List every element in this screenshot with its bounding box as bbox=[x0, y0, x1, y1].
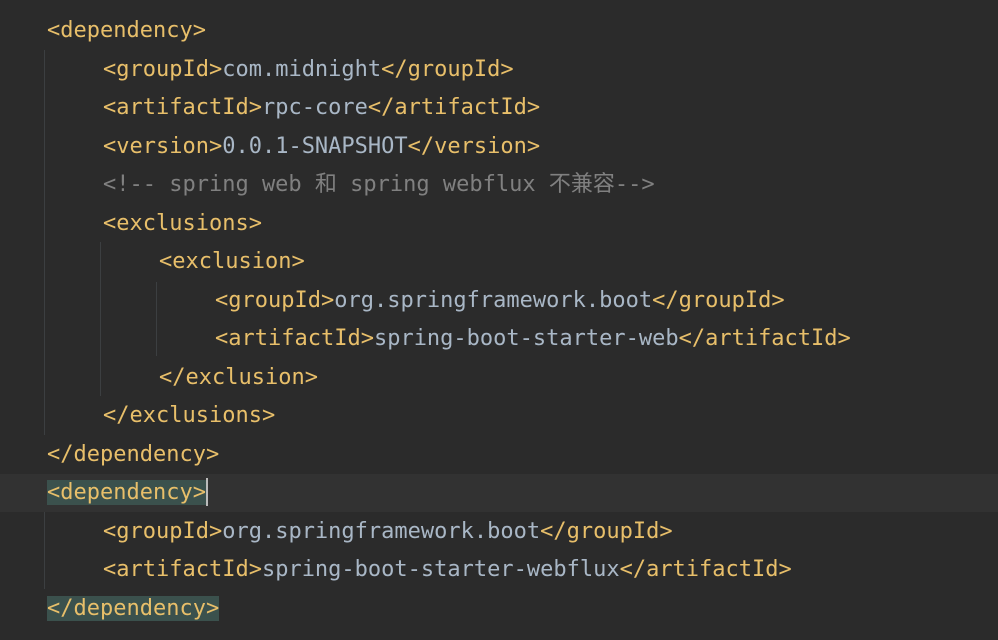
code-line[interactable]: <artifactId>spring-boot-starter-webflux<… bbox=[0, 551, 998, 589]
code-content: <groupId>org.springframework.boot</group… bbox=[103, 513, 673, 551]
xml-text-value: org.springframework.boot bbox=[222, 518, 541, 544]
xml-open-tag: <dependency> bbox=[47, 18, 206, 43]
xml-close-tag: </groupId> bbox=[652, 287, 785, 313]
xml-close-tag: </groupId> bbox=[540, 518, 673, 544]
code-content: <groupId>org.springframework.boot</group… bbox=[215, 282, 785, 320]
xml-open-tag: <groupId> bbox=[103, 518, 223, 544]
code-content: <exclusions> bbox=[103, 205, 262, 243]
xml-open-tag: <groupId> bbox=[215, 287, 335, 313]
xml-open-tag: <version> bbox=[103, 133, 223, 159]
xml-text-value: spring-boot-starter-webflux bbox=[261, 557, 620, 582]
code-line[interactable]: <artifactId>spring-boot-starter-web</art… bbox=[0, 320, 998, 358]
code-content: <groupId>com.midnight</groupId> bbox=[103, 51, 514, 89]
xml-comment: <!-- spring web 和 spring webflux 不兼容--> bbox=[103, 172, 655, 197]
code-content: <artifactId>rpc-core</artifactId> bbox=[103, 89, 540, 127]
code-content: <version>0.0.1-SNAPSHOT</version> bbox=[103, 128, 540, 166]
code-content: </dependency> bbox=[47, 436, 219, 474]
xml-open-tag: <groupId> bbox=[103, 56, 223, 82]
code-line[interactable]: <exclusion> bbox=[0, 243, 998, 281]
xml-open-tag: <dependency> bbox=[47, 480, 206, 505]
code-line[interactable]: <exclusions> bbox=[0, 205, 998, 243]
code-content: <dependency> bbox=[47, 474, 208, 512]
xml-close-tag: </groupId> bbox=[381, 56, 514, 82]
xml-close-tag: </artifactId> bbox=[619, 557, 792, 582]
code-editor[interactable]: <dependency> <groupId>com.midnight</group… bbox=[0, 0, 998, 640]
code-content: </exclusions> bbox=[103, 397, 275, 435]
xml-open-tag: <artifactId> bbox=[215, 326, 374, 351]
code-line[interactable]: <artifactId>rpc-core</artifactId> bbox=[0, 89, 998, 127]
code-content: <artifactId>spring-boot-starter-web</art… bbox=[215, 320, 851, 358]
xml-close-tag: </version> bbox=[407, 133, 541, 159]
xml-text-value: rpc-core bbox=[261, 95, 368, 120]
xml-close-tag: </dependency> bbox=[47, 595, 220, 621]
code-line[interactable]: </exclusion> bbox=[0, 359, 998, 397]
code-line[interactable]: </dependency> bbox=[0, 590, 998, 628]
code-content: <exclusion> bbox=[159, 243, 305, 281]
code-content: <!-- spring web 和 spring webflux 不兼容--> bbox=[103, 166, 655, 204]
code-line[interactable]: <groupId>org.springframework.boot</group… bbox=[0, 282, 998, 320]
code-line[interactable]: <groupId>org.springframework.boot</group… bbox=[0, 513, 998, 551]
text-caret bbox=[205, 478, 208, 506]
code-line[interactable]: </dependency> bbox=[0, 436, 998, 474]
xml-close-tag: </exclusions> bbox=[103, 403, 276, 428]
xml-open-tag: <artifactId> bbox=[103, 95, 262, 120]
xml-close-tag: </artifactId> bbox=[367, 95, 541, 120]
code-line[interactable]: <groupId>com.midnight</groupId> bbox=[0, 51, 998, 89]
code-line[interactable]: </exclusions> bbox=[0, 397, 998, 435]
code-content: <artifactId>spring-boot-starter-webflux<… bbox=[103, 551, 792, 589]
xml-close-tag: </artifactId> bbox=[678, 326, 851, 351]
code-content: </exclusion> bbox=[159, 359, 318, 397]
code-line[interactable]: <!-- spring web 和 spring webflux 不兼容--> bbox=[0, 166, 998, 204]
xml-text-value: org.springframework.boot bbox=[334, 287, 653, 313]
xml-close-tag: </dependency> bbox=[47, 441, 220, 467]
xml-text-value: com.midnight bbox=[222, 56, 382, 82]
code-line[interactable]: <dependency> bbox=[0, 12, 998, 50]
code-line[interactable]: <dependency> bbox=[0, 474, 998, 512]
xml-close-tag: </exclusion> bbox=[159, 364, 318, 390]
code-content: <dependency> bbox=[47, 12, 206, 50]
xml-open-tag: <artifactId> bbox=[103, 557, 262, 582]
xml-text-value: 0.0.1-SNAPSHOT bbox=[222, 133, 408, 159]
xml-text-value: spring-boot-starter-web bbox=[373, 326, 679, 351]
xml-open-tag: <exclusions> bbox=[103, 210, 262, 236]
code-content: </dependency> bbox=[47, 590, 220, 628]
code-line[interactable]: <version>0.0.1-SNAPSHOT</version> bbox=[0, 128, 998, 166]
xml-open-tag: <exclusion> bbox=[159, 249, 305, 274]
